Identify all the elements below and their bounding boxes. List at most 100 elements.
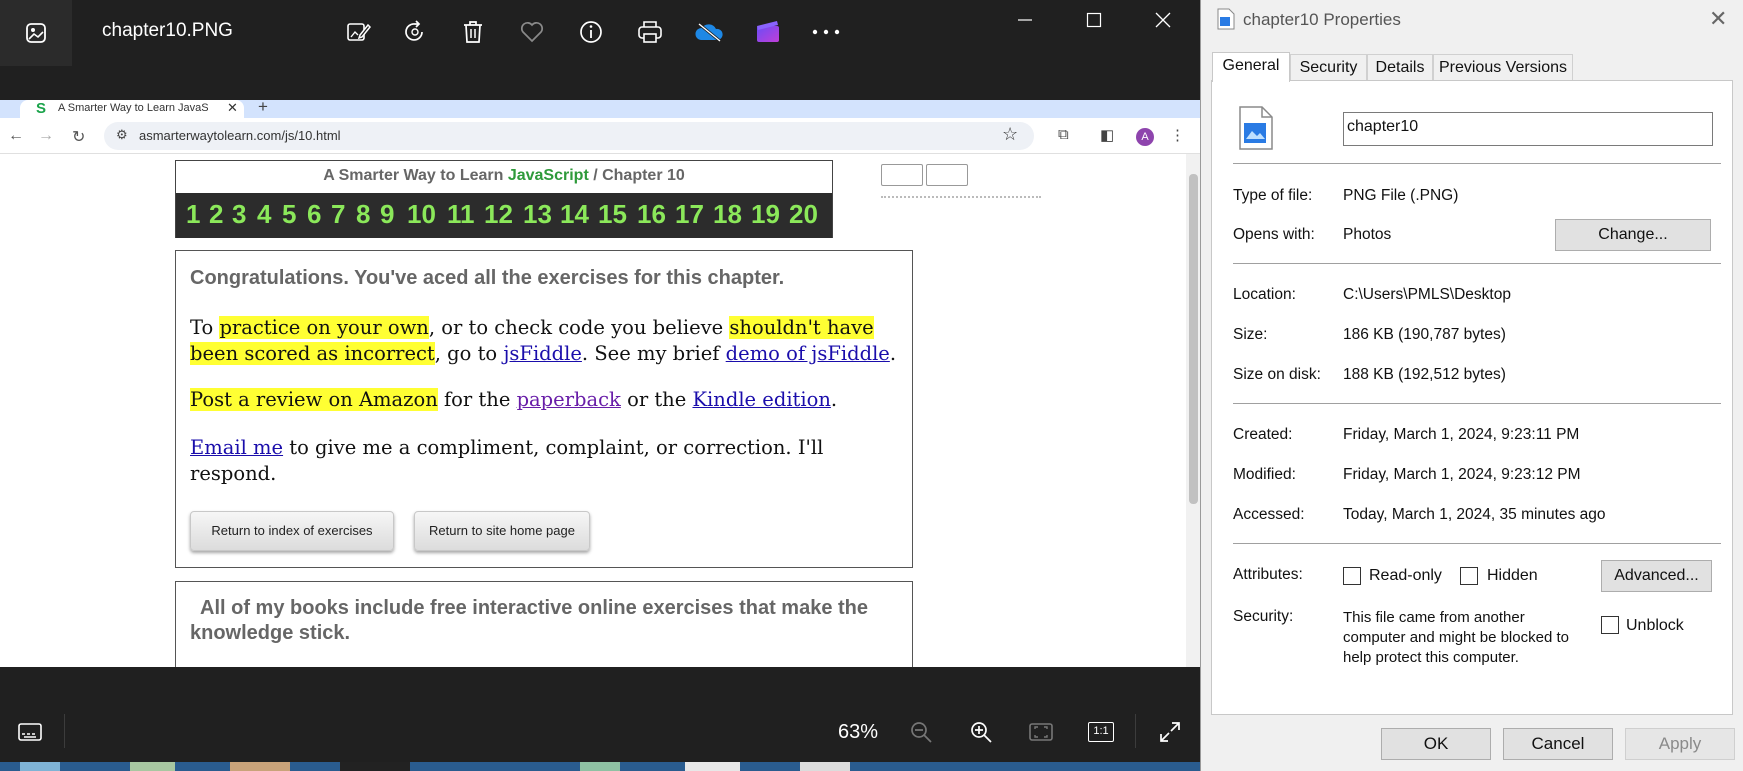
browser-scrollbar[interactable] — [1186, 154, 1200, 667]
site-info-icon[interactable]: ⚙ — [116, 127, 128, 143]
maximize-icon[interactable] — [1071, 4, 1117, 36]
jsfiddle-demo-link[interactable]: demo of jsFiddle — [726, 342, 890, 365]
delete-icon[interactable] — [455, 14, 491, 50]
taskbar-thumbnail — [230, 762, 290, 771]
page-mini-box[interactable] — [926, 164, 968, 186]
edit-image-icon[interactable] — [340, 14, 376, 50]
change-button[interactable]: Change... — [1555, 219, 1711, 251]
chapter-link[interactable]: 12 — [484, 199, 513, 230]
photos-viewer-window: chapter10.PNG S A Smarter Way to Learn J… — [0, 0, 1200, 771]
browser-toolbar: ← → ↻ ⚙ asmarterwaytolearn.com/js/10.htm… — [0, 118, 1200, 154]
chapter-link[interactable]: 16 — [637, 199, 666, 230]
print-icon[interactable] — [632, 14, 668, 50]
hidden-checkbox[interactable] — [1460, 567, 1478, 585]
chapter-link[interactable]: 6 — [307, 199, 321, 230]
return-to-home-button[interactable]: Return to site home page — [414, 511, 590, 551]
profile-avatar[interactable]: A — [1136, 128, 1154, 146]
filmstrip-icon[interactable] — [12, 714, 48, 750]
read-only-checkbox[interactable] — [1343, 567, 1361, 585]
chapter-link[interactable]: 8 — [356, 199, 370, 230]
close-icon[interactable] — [1140, 4, 1186, 36]
chapter-link[interactable]: 10 — [407, 199, 436, 230]
paperback-link[interactable]: paperback — [517, 388, 621, 411]
fit-icon[interactable] — [1023, 714, 1059, 750]
viewer-title-bar: chapter10.PNG — [0, 0, 1200, 66]
more-icon[interactable] — [808, 14, 844, 50]
chapter-link[interactable]: 19 — [751, 199, 780, 230]
divider — [1233, 263, 1721, 264]
highlight: practice on your own — [219, 316, 429, 339]
email-paragraph: Email me to give me a compliment, compla… — [190, 435, 850, 487]
divider — [1233, 543, 1721, 544]
unblock-checkbox[interactable] — [1601, 616, 1619, 634]
actual-size-icon[interactable]: 1:1 — [1083, 714, 1119, 750]
taskbar-thumbnail — [685, 762, 740, 771]
address-bar[interactable]: ⚙ asmarterwaytolearn.com/js/10.html ☆ — [104, 122, 1034, 150]
ok-button[interactable]: OK — [1381, 728, 1491, 760]
dialog-close-icon[interactable]: ✕ — [1709, 6, 1727, 32]
reload-icon[interactable]: ↻ — [72, 127, 85, 147]
scrollbar-thumb[interactable] — [1189, 174, 1198, 504]
clipchamp-icon[interactable] — [750, 14, 786, 50]
photos-app-icon[interactable] — [0, 0, 72, 66]
displayed-image[interactable]: S A Smarter Way to Learn JavaScript ✕ + … — [0, 100, 1200, 667]
advanced-button[interactable]: Advanced... — [1601, 560, 1712, 592]
apply-button[interactable]: Apply — [1625, 728, 1735, 760]
chapter-link[interactable]: 1 — [186, 199, 200, 230]
favorite-icon[interactable] — [514, 14, 550, 50]
chapter-link[interactable]: 2 — [209, 199, 223, 230]
tab-security[interactable]: Security — [1290, 54, 1367, 81]
chapter-link[interactable]: 13 — [523, 199, 552, 230]
browser-tab-strip: S A Smarter Way to Learn JavaScript ✕ + — [0, 100, 1200, 118]
cancel-button[interactable]: Cancel — [1503, 728, 1613, 760]
email-me-link[interactable]: Email me — [190, 436, 283, 459]
chapter-link[interactable]: 3 — [232, 199, 246, 230]
modified-label: Modified: — [1233, 466, 1296, 483]
chapter-link[interactable]: 9 — [380, 199, 394, 230]
fullscreen-icon[interactable] — [1152, 714, 1188, 750]
zoom-out-icon[interactable] — [903, 714, 939, 750]
type-label: Type of file: — [1233, 187, 1313, 204]
taskbar-thumbnail — [130, 762, 175, 771]
chapter-link[interactable]: 11 — [447, 199, 475, 230]
opens-with-value: Photos — [1343, 226, 1392, 243]
tab-details[interactable]: Details — [1367, 54, 1433, 81]
size-on-disk-label: Size on disk: — [1233, 366, 1321, 383]
site-favicon-icon: S — [36, 100, 47, 117]
new-tab-icon[interactable]: + — [258, 100, 268, 117]
bookmark-star-icon[interactable]: ☆ — [1002, 124, 1018, 145]
browser-menu-icon[interactable]: ⋮ — [1170, 126, 1185, 144]
kindle-edition-link[interactable]: Kindle edition — [692, 388, 830, 411]
info-icon[interactable] — [573, 14, 609, 50]
chapter-link[interactable]: 7 — [331, 199, 345, 230]
onedrive-icon[interactable] — [691, 14, 727, 50]
rotate-icon[interactable] — [397, 14, 433, 50]
file-name-input[interactable]: chapter10 — [1343, 112, 1713, 146]
chapter-link[interactable]: 15 — [598, 199, 627, 230]
hidden-label: Hidden — [1487, 567, 1538, 584]
chapter-link[interactable]: 14 — [560, 199, 589, 230]
extensions-icon[interactable]: ⧉ — [1058, 126, 1069, 143]
highlight: Post a review on Amazon — [190, 388, 438, 411]
minimize-icon[interactable] — [1002, 4, 1048, 36]
text: To — [190, 316, 220, 339]
chapter-link[interactable]: 18 — [713, 199, 742, 230]
chapter-link[interactable]: 17 — [675, 199, 704, 230]
tab-close-icon[interactable]: ✕ — [227, 100, 238, 116]
forward-icon[interactable]: → — [38, 127, 54, 145]
chapter-link[interactable]: 20 — [789, 199, 818, 230]
side-panel-icon[interactable]: ◧ — [1100, 126, 1114, 144]
chapter-link[interactable]: 5 — [282, 199, 296, 230]
tab-general[interactable]: General — [1212, 52, 1290, 82]
location-value: C:\Users\PMLS\Desktop — [1343, 286, 1511, 303]
back-icon[interactable]: ← — [8, 127, 24, 145]
chapter-link[interactable]: 4 — [257, 199, 271, 230]
zoom-in-icon[interactable] — [963, 714, 999, 750]
return-to-index-button[interactable]: Return to index of exercises — [190, 511, 394, 551]
chapter-number-bar: 1 2 3 4 5 6 7 8 9 10 11 12 13 14 15 16 1 — [176, 193, 832, 238]
tab-previous-versions[interactable]: Previous Versions — [1433, 54, 1573, 81]
page-mini-box[interactable] — [881, 164, 923, 186]
books-promo-text: All of my books include free interactive… — [190, 597, 869, 644]
browser-tab[interactable]: S A Smarter Way to Learn JavaScript ✕ — [20, 100, 244, 118]
jsfiddle-link[interactable]: jsFiddle — [503, 342, 582, 365]
